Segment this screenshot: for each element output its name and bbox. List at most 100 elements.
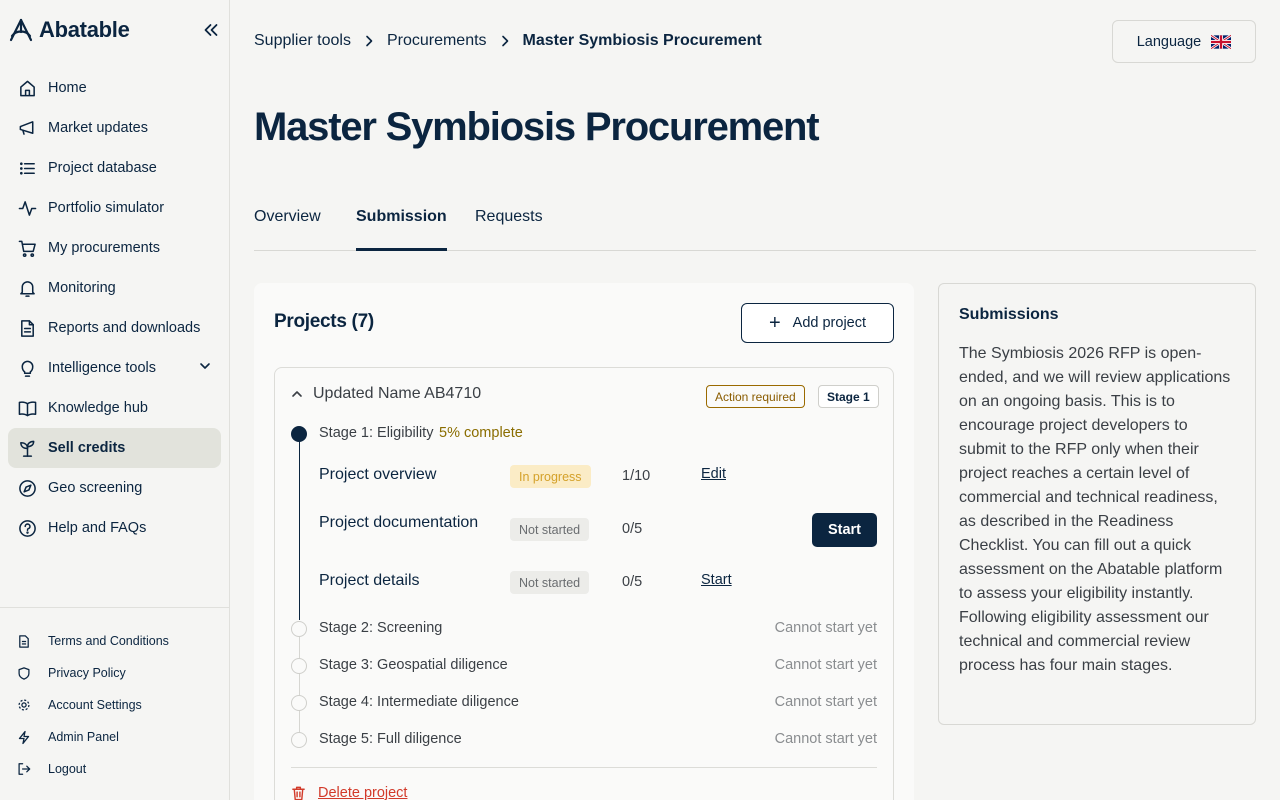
sidebar-item-help-and-faqs[interactable]: Help and FAQs (8, 508, 221, 548)
submissions-description: The Symbiosis 2026 RFP is open-ended, an… (959, 345, 1231, 674)
breadcrumb-procurements[interactable]: Procurements (387, 32, 487, 50)
sidebar-item-label: Home (48, 80, 87, 96)
stage-2-status: Cannot start yet (774, 620, 877, 636)
stage-3-label: Stage 3: Geospatial diligence (319, 657, 508, 673)
add-project-label: Add project (792, 315, 867, 331)
sidebar-item-label: Sell credits (48, 440, 126, 456)
chevron-right-icon (501, 35, 509, 47)
tab-requests[interactable]: Requests (475, 205, 543, 250)
delete-project-link[interactable]: Delete project (291, 785, 407, 800)
footer-item-privacy[interactable]: Privacy Policy (0, 657, 229, 689)
stage-2-dot (291, 621, 307, 637)
plus-icon: + (768, 312, 781, 334)
sidebar-item-label: My procurements (48, 240, 161, 256)
chevrons-left-icon (204, 24, 218, 36)
brand-logo[interactable]: Abatable (9, 16, 130, 44)
language-label: Language (1136, 33, 1202, 50)
task-project-overview: Project overview (319, 466, 437, 483)
activity-icon (17, 198, 37, 218)
timeline-line-pending (299, 636, 300, 740)
stage-4-dot (291, 695, 307, 711)
document-icon (17, 318, 37, 338)
status-badge: In progress (510, 465, 591, 488)
sidebar-item-label: Monitoring (48, 280, 116, 296)
task-count: 0/5 (622, 574, 643, 590)
logout-icon (16, 761, 32, 777)
stage-4-label: Stage 4: Intermediate diligence (319, 694, 519, 710)
stage-5-dot (291, 732, 307, 748)
tab-overview[interactable]: Overview (254, 205, 321, 250)
sidebar-item-label: Portfolio simulator (48, 200, 165, 216)
sidebar-item-label: Reports and downloads (48, 320, 201, 336)
sidebar-item-market-updates[interactable]: Market updates (8, 108, 221, 148)
sidebar: Abatable Home Market updates Project dat… (0, 0, 230, 800)
stage-badge: Stage 1 (818, 385, 879, 408)
sidebar-item-label: Intelligence tools (48, 360, 157, 376)
footer-item-logout[interactable]: Logout (0, 753, 229, 785)
status-badge: Not started (510, 571, 590, 594)
breadcrumb-current: Master Symbiosis Procurement (522, 32, 762, 49)
project-header-toggle[interactable]: Updated Name AB4710 (291, 385, 481, 403)
status-badge: Not started (510, 518, 590, 541)
document-icon (16, 633, 32, 649)
bolt-icon (16, 729, 32, 745)
stage-1-dot (291, 426, 307, 442)
sidebar-item-geo-screening[interactable]: Geo screening (8, 468, 221, 508)
footer-item-label: Terms and Conditions (48, 634, 169, 648)
project-name: Updated Name AB4710 (313, 385, 482, 402)
home-icon (17, 78, 37, 98)
edit-project-overview-link[interactable]: Edit (701, 466, 726, 482)
sidebar-item-knowledge-hub[interactable]: Knowledge hub (8, 388, 221, 428)
chevron-down-icon[interactable] (199, 360, 211, 376)
sidebar-item-label: Project database (48, 160, 157, 176)
collapse-sidebar-button[interactable] (200, 20, 222, 40)
footer-item-label: Admin Panel (48, 730, 119, 744)
sidebar-item-project-database[interactable]: Project database (8, 148, 221, 188)
shield-icon (16, 665, 32, 681)
start-project-documentation-button[interactable]: Start (812, 513, 877, 547)
stage-4-status: Cannot start yet (774, 694, 877, 710)
divider (291, 767, 877, 768)
delete-project-label: Delete project (318, 785, 408, 800)
stage-1-label: Stage 1: Eligibility (319, 425, 434, 441)
footer-item-label: Account Settings (48, 698, 142, 712)
abatable-logo-icon (9, 18, 33, 42)
start-project-details-link[interactable]: Start (701, 572, 732, 588)
sprout-icon (17, 438, 37, 458)
sidebar-item-label: Geo screening (48, 480, 143, 496)
footer-item-terms[interactable]: Terms and Conditions (0, 625, 229, 657)
brand-name: Abatable (39, 17, 130, 42)
timeline-line-active (299, 432, 300, 620)
tab-submission[interactable]: Submission (356, 205, 447, 251)
task-count: 1/10 (622, 468, 651, 484)
task-project-details: Project details (319, 572, 420, 589)
compass-icon (17, 478, 37, 498)
cart-icon (17, 238, 37, 258)
footer-item-account-settings[interactable]: Account Settings (0, 689, 229, 721)
sidebar-item-label: Market updates (48, 120, 148, 136)
language-button[interactable]: Language (1112, 20, 1256, 63)
footer-item-admin-panel[interactable]: Admin Panel (0, 721, 229, 753)
chevron-up-icon (291, 388, 303, 400)
sidebar-item-sell-credits[interactable]: Sell credits (8, 428, 221, 468)
lightbulb-icon (17, 358, 37, 378)
sidebar-item-label: Help and FAQs (48, 520, 147, 536)
gear-icon (16, 697, 32, 713)
sidebar-item-reports-and-downloads[interactable]: Reports and downloads (8, 308, 221, 348)
stage-3-status: Cannot start yet (774, 657, 877, 673)
megaphone-icon (17, 118, 37, 138)
book-icon (17, 398, 37, 418)
breadcrumb: Supplier tools Procurements Master Symbi… (254, 30, 762, 52)
stage-5-status: Cannot start yet (774, 731, 877, 747)
sidebar-item-portfolio-simulator[interactable]: Portfolio simulator (8, 188, 221, 228)
sidebar-item-home[interactable]: Home (8, 68, 221, 108)
help-icon (17, 518, 37, 538)
add-project-button[interactable]: + Add project (741, 303, 894, 343)
sidebar-footer: Terms and Conditions Privacy Policy Acco… (0, 607, 229, 785)
breadcrumb-supplier-tools[interactable]: Supplier tools (254, 32, 351, 50)
task-count: 0/5 (622, 521, 643, 537)
sidebar-item-my-procurements[interactable]: My procurements (8, 228, 221, 268)
sidebar-item-intelligence-tools[interactable]: Intelligence tools (8, 348, 221, 388)
sidebar-item-monitoring[interactable]: Monitoring (8, 268, 221, 308)
projects-card: Projects (7) + Add project Updated Name … (254, 283, 914, 800)
